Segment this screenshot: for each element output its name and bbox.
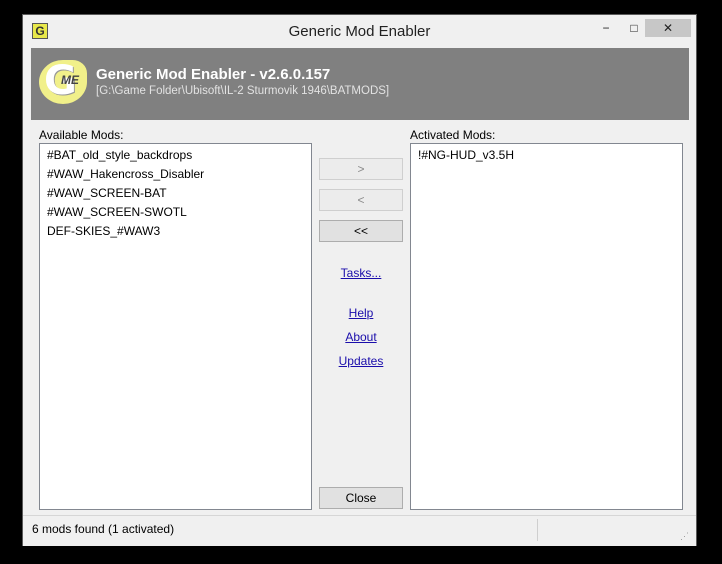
deactivate-all-button[interactable]: << — [319, 220, 403, 242]
close-button[interactable]: Close — [319, 487, 403, 509]
status-bar: 6 mods found (1 activated) ⋰ — [23, 515, 696, 546]
banner-title: Generic Mod Enabler - v2.6.0.157 — [96, 66, 331, 83]
minimize-button[interactable]: − — [591, 19, 621, 37]
app-window: G Generic Mod Enabler − □ ✕ G ME Generic … — [22, 14, 697, 546]
resize-grip-icon[interactable]: ⋰ — [680, 531, 690, 541]
title-bar[interactable]: G Generic Mod Enabler − □ ✕ — [23, 15, 696, 47]
status-divider — [537, 519, 538, 541]
tasks-link[interactable]: Tasks... — [319, 266, 403, 280]
list-item[interactable]: #WAW_Hakencross_Disabler — [40, 165, 311, 184]
activated-mods-label: Activated Mods: — [410, 128, 496, 142]
list-item[interactable]: DEF-SKIES_#WAW3 — [40, 222, 311, 241]
list-item[interactable]: #WAW_SCREEN-SWOTL — [40, 203, 311, 222]
list-item[interactable]: #BAT_old_style_backdrops — [40, 146, 311, 165]
updates-link[interactable]: Updates — [319, 354, 403, 368]
header-banner: G ME Generic Mod Enabler - v2.6.0.157 [G:… — [31, 48, 689, 120]
about-link[interactable]: About — [319, 330, 403, 344]
deactivate-button[interactable]: < — [319, 189, 403, 211]
gme-logo-icon: G ME — [39, 58, 87, 104]
list-item[interactable]: #WAW_SCREEN-BAT — [40, 184, 311, 203]
list-item[interactable]: !#NG-HUD_v3.5H — [411, 146, 682, 165]
mods-folder-path: [G:\Game Folder\Ubisoft\IL-2 Sturmovik 1… — [96, 85, 390, 97]
close-window-button[interactable]: ✕ — [645, 19, 691, 37]
help-link[interactable]: Help — [319, 306, 403, 320]
available-mods-label: Available Mods: — [39, 128, 124, 142]
activate-button[interactable]: > — [319, 158, 403, 180]
status-text: 6 mods found (1 activated) — [32, 522, 175, 536]
activated-mods-list[interactable]: !#NG-HUD_v3.5H — [410, 143, 683, 510]
available-mods-list[interactable]: #BAT_old_style_backdrops #WAW_Hakencross… — [39, 143, 312, 510]
